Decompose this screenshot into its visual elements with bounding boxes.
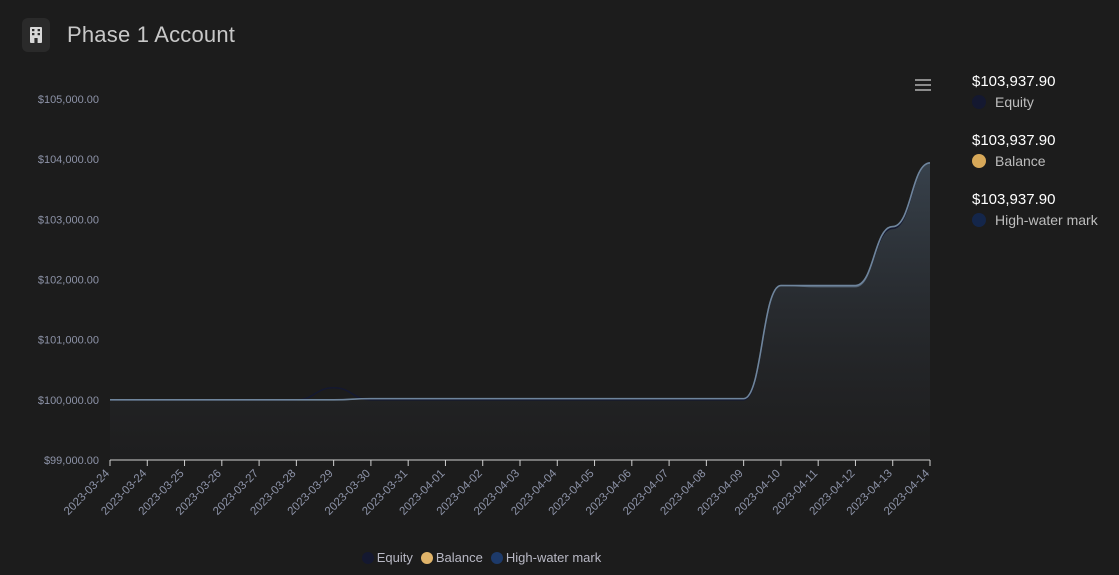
high-water-mark-color-dot (972, 213, 986, 227)
legend-marker (361, 551, 374, 564)
y-tick-label: $104,000.00 (38, 154, 99, 166)
legend-marker (420, 551, 433, 564)
y-tick-label: $105,000.00 (38, 94, 99, 106)
legend-item-balance[interactable]: Balance (420, 550, 483, 565)
balance-color-dot (972, 154, 986, 168)
summary-value: $103,937.90 (972, 73, 1056, 90)
summary-value: $103,937.90 (972, 191, 1056, 208)
equity-color-dot (972, 95, 986, 109)
summary-label: Balance (995, 153, 1046, 169)
legend-item-equity[interactable]: Equity (361, 550, 413, 565)
summary-item-high-water-mark: $103,937.90 High-water mark (972, 190, 1117, 249)
legend-label: Balance (435, 550, 483, 565)
summary-label: Equity (995, 94, 1034, 110)
legend-label: Equity (376, 550, 413, 565)
y-tick-label: $100,000.00 (38, 395, 99, 407)
chart-menu-button[interactable] (913, 76, 933, 92)
y-tick-label: $103,000.00 (38, 214, 99, 226)
summary-label: High-water mark (995, 212, 1098, 228)
summary-item-balance: $103,937.90 Balance (972, 131, 1117, 190)
summary-panel: $103,937.90 Equity $103,937.90 Balance $… (972, 72, 1117, 249)
equity-area-chart: $99,000.00 $100,000.00 $101,000.00 $102,000… (38, 94, 933, 518)
summary-item-equity: $103,937.90 Equity (972, 72, 1117, 131)
legend-label: High-water mark (505, 550, 602, 565)
series-area-high-water-mark (110, 162, 930, 460)
equity-chart-page: Phase 1 Account $99,000.00 $100,000.00 $10… (0, 0, 1119, 575)
summary-value: $103,937.90 (972, 132, 1056, 149)
chart-legend: Equity Balance High-water mark (0, 550, 963, 565)
y-tick-label: $101,000.00 (38, 335, 99, 347)
y-tick-label: $99,000.00 (44, 455, 99, 467)
hamburger-menu-icon (915, 79, 931, 81)
legend-marker (490, 551, 503, 564)
y-tick-label: $102,000.00 (38, 275, 99, 287)
legend-item-high-water-mark[interactable]: High-water mark (490, 550, 602, 565)
